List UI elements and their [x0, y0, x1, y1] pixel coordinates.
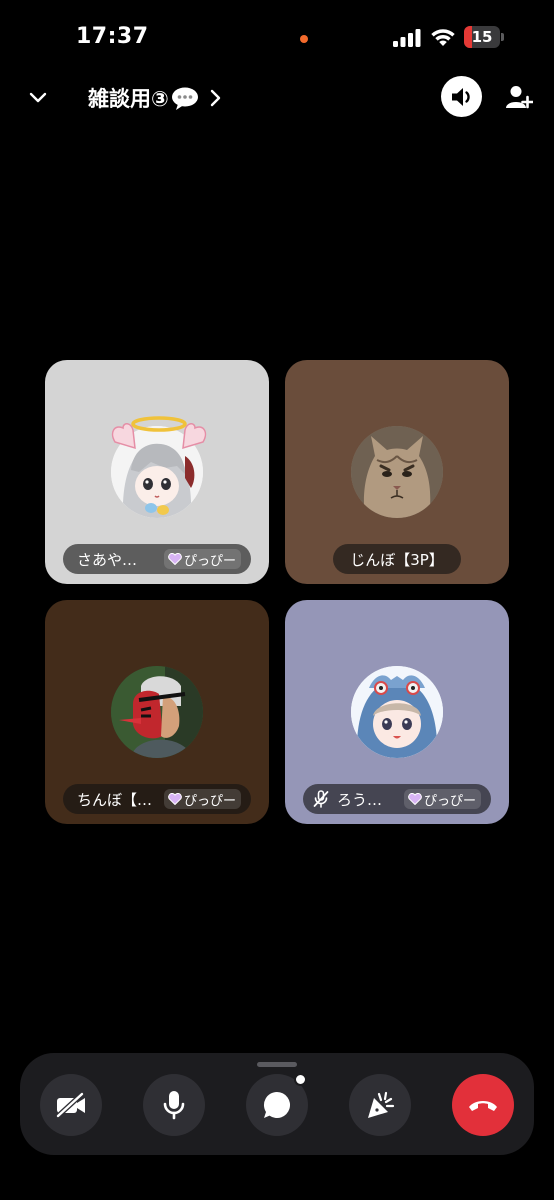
end-call-icon — [469, 1101, 497, 1111]
heart-icon — [168, 553, 182, 565]
chat-notification-dot — [294, 1073, 307, 1086]
participant-badge: ぴっぴー — [163, 549, 241, 569]
channel-title[interactable]: 雑談用③ — [88, 83, 199, 113]
participant-name: ろう… — [337, 790, 383, 809]
drag-handle[interactable] — [257, 1062, 297, 1067]
chevron-right-icon — [210, 89, 221, 107]
chevron-down-icon — [29, 92, 47, 103]
participant-badge-label: ぴっぴー — [183, 553, 236, 569]
participant-avatar — [351, 426, 443, 518]
cellular-signal-icon — [393, 29, 421, 47]
participant-tile[interactable]: ろう… ぴっぴー — [285, 600, 509, 824]
microphone-icon — [163, 1091, 185, 1120]
end-call-button[interactable] — [452, 1074, 514, 1136]
participant-tile[interactable]: さあや… ぴっぴー — [45, 360, 269, 584]
participant-badge: ぴっぴー — [403, 789, 481, 809]
participant-badge-label: ぴっぴー — [423, 793, 476, 809]
battery-indicator: 15 — [464, 26, 504, 48]
add-user-icon — [506, 86, 533, 109]
channel-details-button[interactable] — [204, 84, 226, 112]
participant-tile[interactable]: じんぼ【3P】 — [285, 360, 509, 584]
participant-name: さあや… — [77, 550, 138, 569]
party-popper-icon — [368, 1091, 395, 1118]
camera-off-icon — [55, 1092, 85, 1118]
activities-button[interactable] — [349, 1074, 411, 1136]
participant-tile[interactable]: ちんぼ【… ぴっぴー — [45, 600, 269, 824]
heart-icon — [168, 793, 182, 805]
camera-toggle-button[interactable] — [40, 1074, 102, 1136]
participant-avatar — [111, 666, 203, 758]
participant-name: ちんぼ【… — [77, 790, 153, 809]
speaker-icon — [451, 87, 470, 106]
microphone-button[interactable] — [143, 1074, 205, 1136]
heart-icon — [408, 793, 422, 805]
angel-halo-wings-icon — [111, 416, 207, 450]
recording-indicator-dot — [300, 35, 308, 43]
muted-mic-icon — [313, 790, 329, 808]
participant-name: じんぼ【3P】 — [350, 550, 444, 569]
speech-balloon-icon — [171, 87, 199, 110]
speaker-button[interactable] — [441, 76, 482, 117]
invite-user-button[interactable] — [504, 82, 534, 112]
participant-avatar — [351, 666, 443, 758]
battery-level: 15 — [471, 28, 493, 46]
status-bar: 17:37 15 — [0, 0, 554, 76]
participant-name-pill: じんぼ【3P】 — [333, 544, 461, 574]
participant-name-pill: ちんぼ【… ぴっぴー — [63, 784, 251, 814]
participant-badge-label: ぴっぴー — [183, 793, 236, 809]
collapse-button[interactable] — [24, 84, 52, 112]
chat-bubble-icon — [263, 1091, 291, 1118]
participant-name-pill: ろう… ぴっぴー — [303, 784, 491, 814]
participant-badge: ぴっぴー — [163, 789, 241, 809]
call-header: 雑談用③ — [0, 76, 554, 120]
status-time: 17:37 — [76, 24, 149, 49]
channel-name: 雑談用③ — [88, 87, 169, 111]
wifi-icon — [431, 29, 455, 46]
participant-name-pill: さあや… ぴっぴー — [63, 544, 251, 574]
